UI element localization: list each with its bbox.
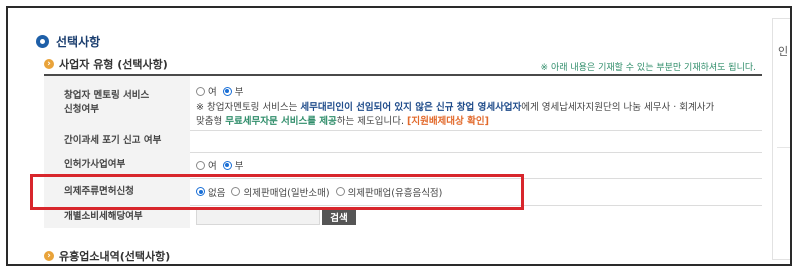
note-text: 에게 영세납세자지원단의 나눔 세무사 · 회계사가 [521, 102, 715, 113]
optional-note: ※ 아래 내용은 기재할 수 있는 부분만 기재하셔도 됩니다. [540, 63, 756, 73]
mentoring-radio-yes[interactable]: 여 [196, 84, 217, 98]
note-text: ※ 창업자멘토링 서비스는 [196, 102, 301, 113]
section-bullet-icon [36, 34, 49, 48]
highlight-box [30, 174, 524, 210]
side-panel-divider [777, 147, 790, 148]
form-content: 선택사항 사업자 유형 (선택사항) ※ 아래 내용은 기재할 수 있는 부분만… [8, 8, 768, 264]
note-emphasis: 무료세무자문 서비스를 제공 [225, 116, 337, 127]
note-text: 맞춤형 [196, 116, 226, 127]
row-value-mentoring: 여 부 ※ 창업자멘토링 서비스는 세무대리인이 선임되어 있지 않은 신규 창… [196, 76, 762, 130]
note-emphasis: 세무대리인이 선임되어 있지 않은 신규 창업 영세사업자 [300, 102, 522, 113]
side-panel: 인 [772, 18, 790, 260]
mentoring-note: ※ 창업자멘토링 서비스는 세무대리인이 선임되어 있지 않은 신규 창업 영세… [196, 101, 766, 129]
row-mentoring: 창업자 멘토링 서비스 신청여부 여 부 ※ 창업자멘토링 서비스는 세무대리인… [44, 76, 762, 131]
license-radio-yes[interactable]: 여 [196, 158, 217, 172]
radio-circle[interactable] [222, 86, 232, 96]
entertainment-title: 유흥업소내역(선택사항) [59, 250, 171, 263]
row-value-simplified-tax [196, 130, 762, 152]
excise-input[interactable] [196, 208, 320, 225]
section-header: 선택사항 [36, 32, 100, 50]
chevron-circle-icon [44, 251, 54, 261]
search-button[interactable]: 검색 [322, 208, 356, 225]
business-type-title: 사업자 유형 (선택사항) [59, 58, 168, 71]
radio-label: 부 [234, 161, 244, 172]
row-label-simplified-tax: 간이과세 포기 신고 여부 [44, 130, 190, 152]
license-radio-group: 여 부 [196, 158, 250, 172]
radio-label: 여 [208, 161, 217, 172]
row-simplified-tax: 간이과세 포기 신고 여부 [44, 130, 762, 153]
chevron-circle-icon [44, 59, 54, 69]
exclusion-check-link[interactable]: [지원배제대상 확인] [407, 116, 489, 127]
row-label-mentoring: 창업자 멘토링 서비스 신청여부 [44, 76, 190, 130]
label-line-2: 신청여부 [64, 104, 99, 115]
section-title: 선택사항 [56, 34, 101, 49]
note-text: 하는 제도입니다. [336, 116, 407, 127]
radio-circle[interactable] [222, 160, 232, 170]
side-panel-char: 인 [778, 45, 789, 58]
mentoring-radio-no[interactable]: 부 [222, 84, 244, 98]
radio-circle[interactable] [196, 86, 205, 96]
page-frame: 선택사항 사업자 유형 (선택사항) ※ 아래 내용은 기재할 수 있는 부분만… [6, 6, 792, 266]
radio-label: 부 [234, 87, 244, 98]
license-radio-no[interactable]: 부 [222, 158, 244, 172]
radio-circle[interactable] [196, 160, 205, 170]
radio-label: 여 [208, 87, 217, 98]
label-line-1: 창업자 멘토링 서비스 [64, 90, 150, 101]
mentoring-radio-group: 여 부 [196, 84, 250, 98]
entertainment-header: 유흥업소내역(선택사항) [44, 248, 170, 264]
business-type-header: 사업자 유형 (선택사항) [44, 56, 168, 72]
